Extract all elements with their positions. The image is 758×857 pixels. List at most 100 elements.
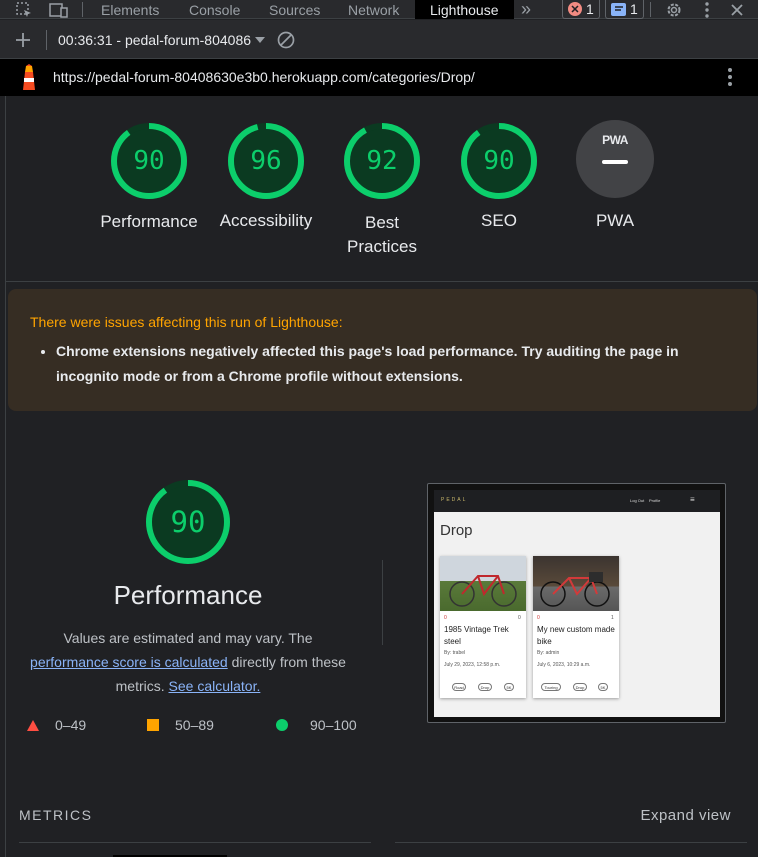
thumb-nav-logout: Log Out	[630, 498, 645, 503]
metrics-divider-left	[19, 842, 371, 843]
gauge-label-pwa: PWA	[595, 211, 635, 230]
thumb-comments: 0	[518, 615, 521, 621]
metrics-heading: METRICS	[19, 807, 93, 823]
square-icon	[147, 719, 159, 731]
thumb-card-title: My new custom made bike	[537, 625, 615, 646]
warnings-list: Chrome extensions negatively affected th…	[56, 339, 736, 389]
pwa-badge-text: PWA	[602, 133, 628, 147]
see-calculator-link[interactable]: See calculator.	[169, 678, 261, 694]
legend-pass: 90–100	[276, 717, 357, 733]
errors-count: 1	[586, 1, 594, 17]
thumb-card-author: By: trabel	[444, 650, 466, 656]
errors-badge[interactable]: ✕ 1	[562, 0, 600, 19]
gauge-label-line: Best	[364, 213, 400, 232]
vertical-separator	[382, 560, 383, 645]
gauge-label-seo: SEO	[481, 211, 517, 230]
new-report-plus-icon[interactable]	[15, 32, 31, 53]
thumb-body: Drop 0 0 1985 Vintage Trek steel By: tra…	[434, 512, 720, 717]
messages-badge[interactable]: 1	[605, 0, 644, 19]
thumb-heading: Drop	[440, 522, 473, 539]
metrics-divider-right	[395, 842, 747, 843]
warnings-box: There were issues affecting this run of …	[8, 289, 757, 411]
warnings-title: There were issues affecting this run of …	[30, 314, 343, 330]
thumb-tag: 5K	[598, 683, 608, 691]
report-url[interactable]: https://pedal-forum-80408630e3b0.herokua…	[53, 69, 475, 85]
gauge-score: 92	[366, 146, 398, 176]
tab-console[interactable]: Console	[187, 0, 242, 19]
legend-fail: 0–49	[27, 717, 86, 733]
more-options-icon[interactable]	[697, 0, 717, 19]
thumb-tag: Road	[452, 683, 466, 691]
thumb-card: 0 1 My new custom made bike By: admin Ju…	[533, 556, 619, 698]
messages-count: 1	[630, 1, 638, 17]
lighthouse-toolbar: 00:36:31 - pedal-forum-804086	[0, 20, 758, 59]
tab-lighthouse[interactable]: Lighthouse	[415, 0, 514, 19]
performance-gauge-large[interactable]: 90	[144, 478, 232, 566]
tab-sources[interactable]: Sources	[267, 0, 322, 19]
gauge-label-performance: Performance	[100, 212, 198, 231]
thumb-tag: 5K	[504, 683, 514, 691]
report-selector-label: 00:36:31 - pedal-forum-804086	[58, 32, 252, 48]
thumb-likes: 0	[537, 615, 540, 621]
gauge-score: 96	[250, 146, 282, 176]
more-tabs-chevron-icon[interactable]: »	[515, 0, 537, 19]
performance-description: Values are estimated and may vary. The p…	[25, 626, 351, 698]
devtools-tabbar: Elements Console Sources Network Lightho…	[0, 0, 758, 19]
close-devtools-icon[interactable]	[727, 0, 747, 19]
report-url-bar: https://pedal-forum-80408630e3b0.herokua…	[0, 59, 758, 96]
gauge-accessibility[interactable]: 96	[226, 121, 306, 206]
gauge-best-practices[interactable]: 92	[342, 121, 422, 206]
legend-range: 50–89	[175, 717, 214, 733]
gauge-pwa[interactable]: PWA	[576, 120, 654, 198]
gauge-score: 90	[133, 146, 165, 176]
circle-icon	[276, 719, 288, 731]
scores-divider	[5, 281, 758, 282]
gauge-label-accessibility: Accessibility	[219, 211, 313, 230]
tab-network[interactable]: Network	[346, 0, 401, 19]
gauge-seo[interactable]: 90	[459, 121, 539, 206]
bike-photo-icon	[440, 556, 526, 611]
thumb-card-author: By: admin	[537, 650, 560, 656]
warning-item: Chrome extensions negatively affected th…	[56, 339, 736, 389]
gauge-performance[interactable]: 90	[109, 121, 189, 206]
pwa-dash-icon	[602, 160, 628, 164]
message-icon	[611, 2, 626, 16]
inspect-element-icon[interactable]	[12, 0, 36, 19]
bike-photo-icon	[533, 556, 619, 611]
gauge-label-best-practices: Best Practices	[322, 211, 442, 259]
thumb-card-title: 1985 Vintage Trek steel	[444, 625, 509, 646]
pwa-badge-icon: PWA	[576, 120, 654, 198]
thumb-likes: 0	[444, 615, 447, 621]
settings-gear-icon[interactable]	[663, 0, 685, 19]
error-icon: ✕	[568, 2, 582, 16]
tabbar-separator	[82, 2, 83, 17]
gauge-score: 90	[483, 146, 515, 176]
thumb-menu-icon: ≡	[690, 495, 695, 504]
chevron-down-icon	[255, 37, 266, 43]
perf-desc-text: Values are estimated and may vary. The	[63, 630, 313, 646]
report-selector[interactable]: 00:36:31 - pedal-forum-804086	[58, 32, 266, 48]
expand-view-toggle[interactable]: Expand view	[640, 807, 731, 824]
gauge-label-line: Practices	[347, 237, 417, 256]
clear-block-icon[interactable]	[277, 31, 295, 54]
thumb-comments: 1	[611, 615, 614, 621]
thumb-brand: PEDAL	[441, 497, 468, 503]
legend-range: 90–100	[310, 717, 357, 733]
toolbar-separator	[46, 30, 47, 50]
device-toolbar-icon[interactable]	[47, 0, 71, 19]
triangle-icon	[27, 719, 39, 731]
legend-average: 50–89	[147, 717, 214, 733]
thumb-card-date: July 6, 2023, 10:29 a.m.	[537, 662, 591, 668]
score-calculated-link[interactable]: performance score is calculated	[30, 654, 228, 670]
performance-heading: Performance	[113, 580, 263, 610]
final-screenshot[interactable]: PEDAL Log Out Profile ≡ Drop 0 0 1985 Vi…	[427, 483, 726, 723]
thumb-tag: Drop	[478, 683, 492, 691]
thumb-navbar: PEDAL Log Out Profile ≡	[434, 490, 720, 512]
lighthouse-report: 90 Performance 96 Accessibility 92 Best …	[5, 96, 758, 857]
performance-score-large: 90	[170, 505, 206, 539]
tab-elements[interactable]: Elements	[99, 0, 161, 19]
left-edge	[5, 96, 6, 857]
url-menu-icon[interactable]	[728, 68, 732, 91]
thumb-nav-profile: Profile	[649, 498, 661, 503]
tabbar-separator-2	[650, 2, 651, 17]
